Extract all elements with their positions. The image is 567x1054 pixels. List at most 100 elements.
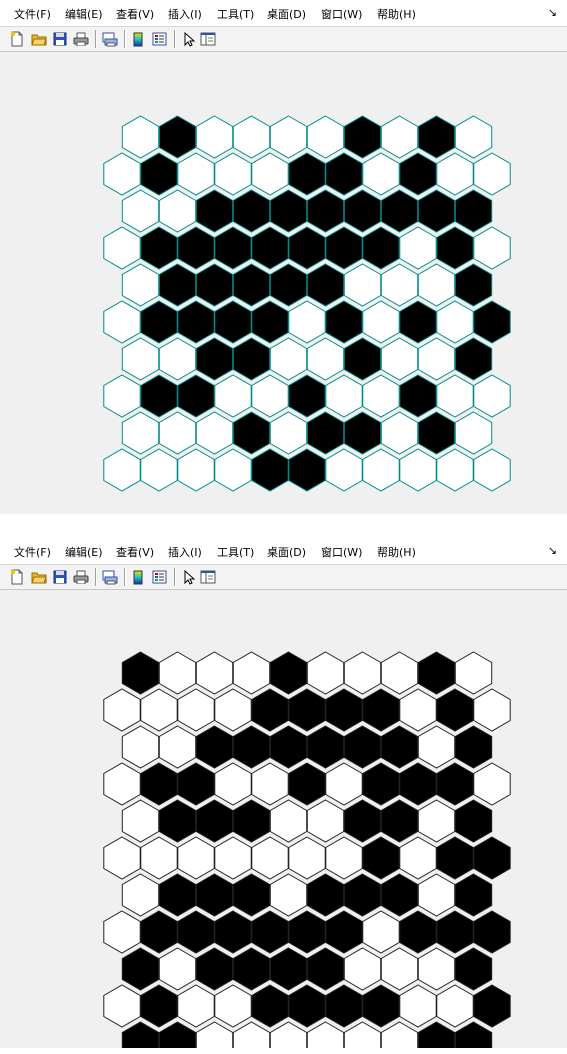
hex-cell — [140, 910, 178, 954]
menu-view[interactable]: 查看(V) — [116, 544, 154, 560]
new-file-icon[interactable] — [9, 31, 25, 47]
open-folder-icon[interactable] — [31, 31, 47, 47]
colorbar-icon[interactable] — [130, 31, 146, 47]
print-preview-icon[interactable] — [102, 569, 118, 585]
hex-cell — [362, 984, 400, 1028]
hex-cell — [417, 799, 456, 843]
hex-cell — [103, 300, 141, 344]
menu-edit[interactable]: 编辑(E) — [65, 544, 103, 560]
hex-cell — [380, 799, 419, 843]
menu-file[interactable]: 文件(F) — [14, 544, 51, 560]
hex-cell — [232, 337, 271, 381]
hex-cell — [454, 189, 493, 233]
figure-window-top: 文件(F) 编辑(E) 查看(V) 插入(I) 工具(T) 桌面(D) 窗口(W… — [0, 0, 567, 514]
hex-cell — [473, 152, 511, 196]
hex-cell — [454, 947, 493, 991]
hex-cell — [195, 1021, 234, 1048]
hex-cell — [288, 688, 326, 732]
menu-help[interactable]: 帮助(H) — [377, 6, 416, 22]
menu-edit[interactable]: 编辑(E) — [65, 6, 103, 22]
hex-cell — [473, 836, 511, 880]
hex-cell — [473, 762, 511, 806]
hex-cell — [288, 374, 326, 418]
hex-cell — [177, 226, 215, 270]
menu-view[interactable]: 查看(V) — [116, 6, 154, 22]
menu-file[interactable]: 文件(F) — [14, 6, 51, 22]
hex-cell — [177, 300, 215, 344]
print-icon[interactable] — [73, 569, 89, 585]
menu-insert[interactable]: 插入(I) — [168, 6, 202, 22]
hex-cell — [269, 1021, 308, 1048]
hex-cell — [177, 762, 215, 806]
hex-cell — [288, 226, 326, 270]
hex-cell — [325, 836, 363, 880]
save-icon[interactable] — [52, 31, 68, 47]
open-folder-icon[interactable] — [31, 569, 47, 585]
select-arrow-icon[interactable] — [181, 31, 197, 47]
hex-cell — [103, 984, 141, 1028]
menu-tools[interactable]: 工具(T) — [217, 544, 254, 560]
hex-cell — [343, 799, 382, 843]
menu-insert[interactable]: 插入(I) — [168, 544, 202, 560]
hex-cell — [380, 651, 419, 695]
legend-icon[interactable] — [151, 31, 167, 47]
hex-cell — [399, 762, 437, 806]
new-file-icon[interactable] — [9, 569, 25, 585]
hex-cell — [103, 152, 141, 196]
hex-cell — [251, 448, 289, 492]
hex-cell — [232, 263, 271, 307]
hex-cell — [399, 688, 437, 732]
hex-cell — [436, 374, 474, 418]
hex-cell — [251, 984, 289, 1028]
hex-cell — [214, 226, 252, 270]
menu-window[interactable]: 窗口(W) — [321, 544, 362, 560]
menu-window[interactable]: 窗口(W) — [321, 6, 362, 22]
dock-arrow-icon[interactable]: ↘ — [548, 544, 557, 557]
hex-cell — [214, 448, 252, 492]
property-editor-icon[interactable] — [200, 569, 216, 585]
hex-board-top — [103, 115, 511, 492]
hex-cell — [269, 873, 308, 917]
hex-cell — [343, 115, 382, 159]
hex-cell — [140, 984, 178, 1028]
property-editor-icon[interactable] — [200, 31, 216, 47]
hex-cell — [343, 411, 382, 455]
hex-cell — [232, 947, 271, 991]
menu-tools[interactable]: 工具(T) — [217, 6, 254, 22]
hex-cell — [214, 836, 252, 880]
hex-cell — [436, 688, 474, 732]
hex-cell — [306, 263, 345, 307]
hex-cell — [177, 910, 215, 954]
hex-cell — [158, 337, 197, 381]
hex-cell — [269, 337, 308, 381]
print-preview-icon[interactable] — [102, 31, 118, 47]
hex-cell — [288, 984, 326, 1028]
hex-cell — [158, 947, 197, 991]
figure-canvas — [8, 52, 561, 514]
dock-arrow-icon[interactable]: ↘ — [548, 6, 557, 19]
save-icon[interactable] — [52, 569, 68, 585]
hex-cell — [399, 374, 437, 418]
hex-cell — [288, 910, 326, 954]
menu-desktop[interactable]: 桌面(D) — [267, 544, 306, 560]
hex-cell — [454, 411, 493, 455]
colorbar-icon[interactable] — [130, 569, 146, 585]
hex-cell — [214, 688, 252, 732]
hex-cell — [362, 448, 400, 492]
select-arrow-icon[interactable] — [181, 569, 197, 585]
hex-cell — [195, 337, 234, 381]
legend-icon[interactable] — [151, 569, 167, 585]
hex-cell — [362, 836, 400, 880]
hex-cell — [362, 226, 400, 270]
menu-bar: 文件(F) 编辑(E) 查看(V) 插入(I) 工具(T) 桌面(D) 窗口(W… — [0, 0, 567, 26]
hex-cell — [473, 226, 511, 270]
hex-cell — [158, 799, 197, 843]
print-icon[interactable] — [73, 31, 89, 47]
hex-cell — [306, 947, 345, 991]
hex-cell — [251, 374, 289, 418]
menu-help[interactable]: 帮助(H) — [377, 544, 416, 560]
menu-desktop[interactable]: 桌面(D) — [267, 6, 306, 22]
hex-cell — [251, 688, 289, 732]
menu-bar: 文件(F) 编辑(E) 查看(V) 插入(I) 工具(T) 桌面(D) 窗口(W… — [0, 538, 567, 564]
hex-cell — [121, 337, 160, 381]
